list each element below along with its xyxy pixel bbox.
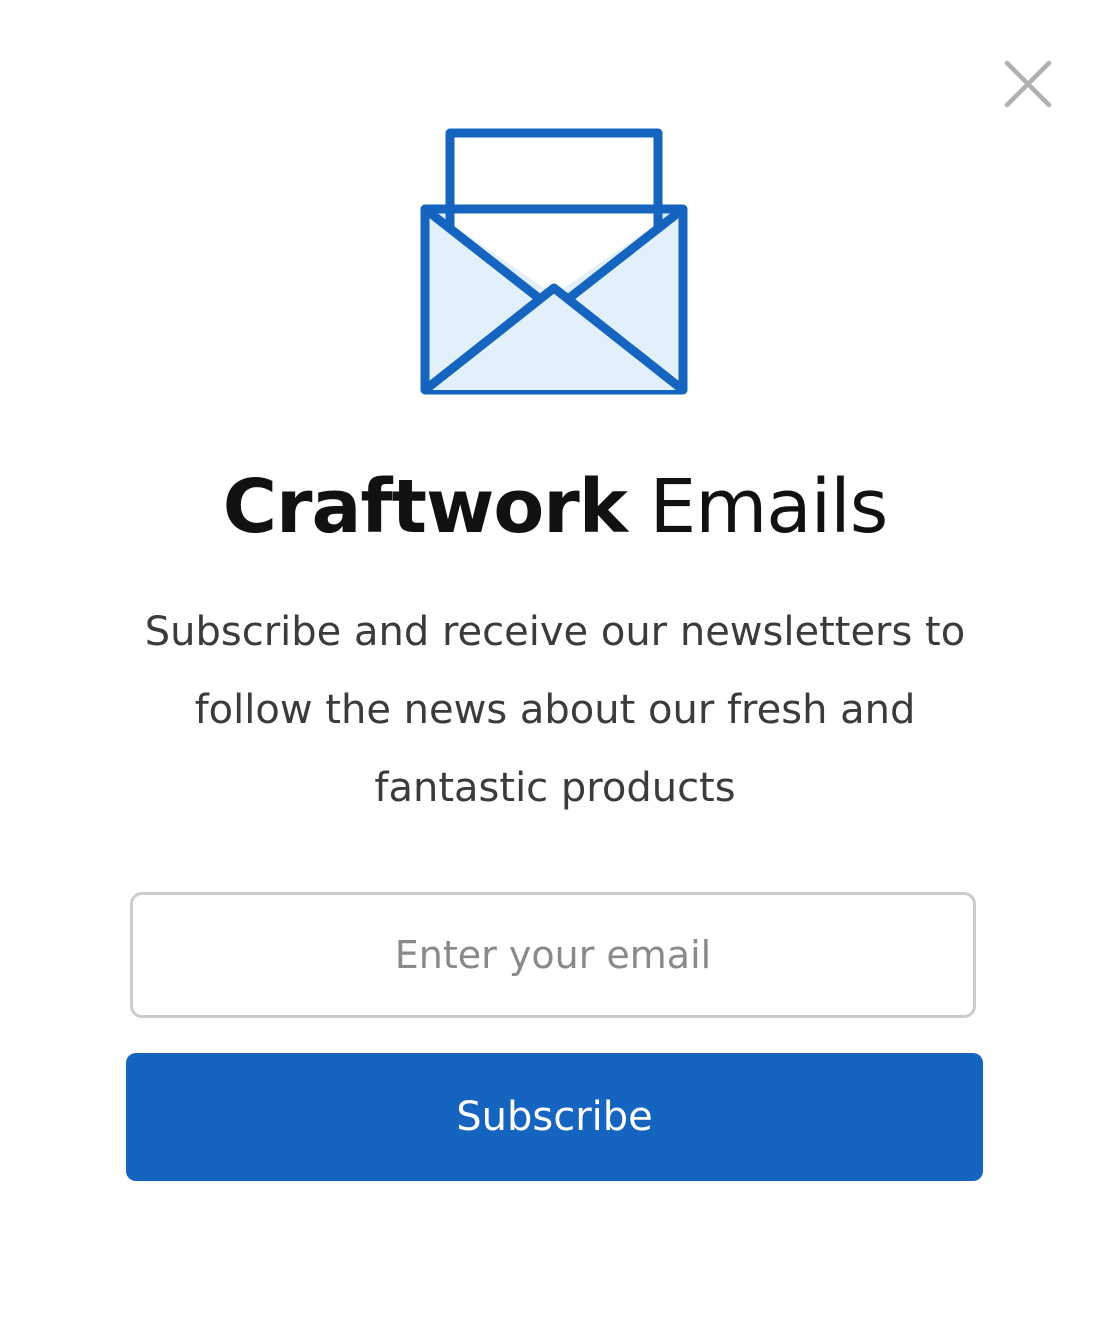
email-input[interactable] [130,892,976,1018]
modal-title: Craftwork Emails [0,462,1110,552]
title-bold: Craftwork [222,464,628,550]
subscribe-button[interactable]: Subscribe [126,1053,983,1181]
modal-description: Subscribe and receive our newsletters to… [144,609,966,811]
envelope-open-icon [418,126,690,398]
title-light: Emails [649,464,888,550]
close-button[interactable] [1000,56,1056,112]
close-icon [1004,60,1052,108]
subscribe-modal: Craftwork Emails Subscribe and receive o… [0,0,1110,1320]
